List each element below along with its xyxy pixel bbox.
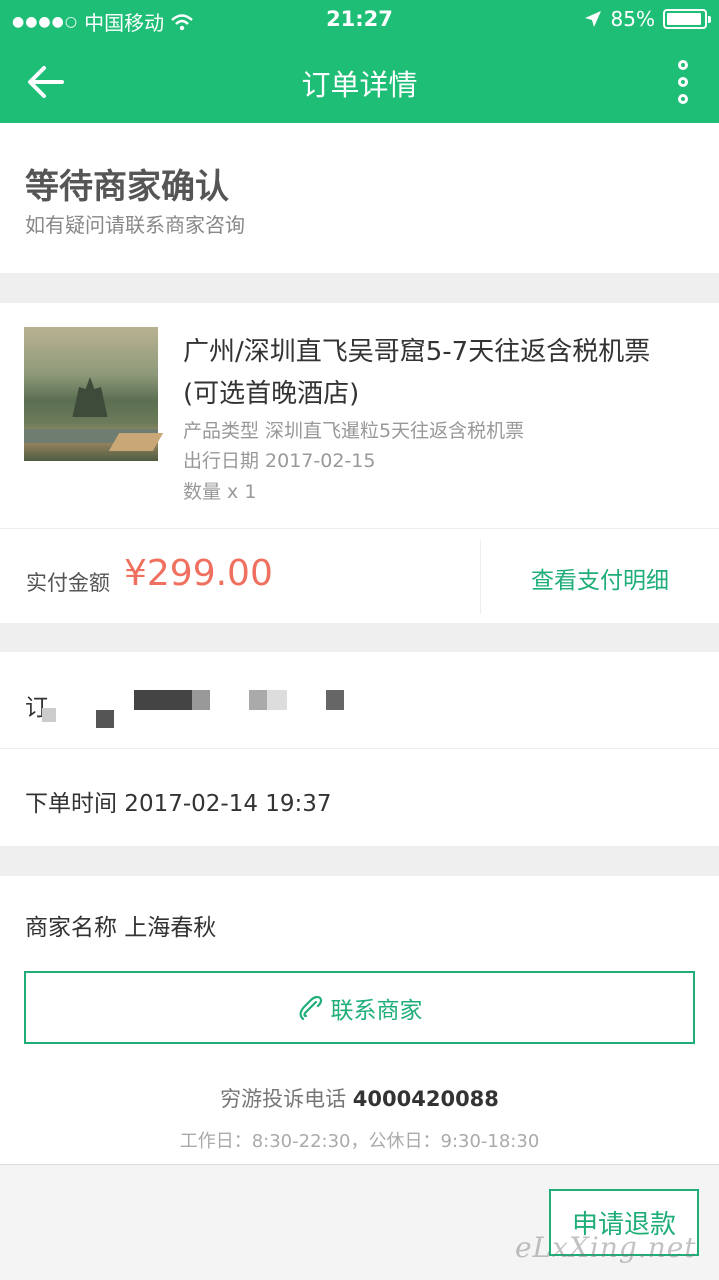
temple-silhouette — [72, 377, 108, 417]
more-dot — [678, 77, 688, 87]
order-info-section: 订 下单时间 2017-02-14 19:37 — [0, 652, 719, 846]
status-right: 85% — [583, 7, 711, 31]
travel-date: 出行日期 2017-02-15 — [183, 450, 376, 472]
location-arrow-icon — [584, 11, 601, 27]
bottom-action-bar: 申请退款 eLxXing.net — [0, 1164, 719, 1280]
product-type: 产品类型 深圳直飞暹粒5天往返含税机票 — [183, 420, 525, 442]
causeway — [108, 433, 164, 451]
page-title: 订单详情 — [301, 68, 418, 102]
hotline-number[interactable]: 4000420088 — [353, 1087, 499, 1111]
complaint-hotline: 穷游投诉电话 4000420088 — [0, 1083, 719, 1113]
redacted-block — [192, 690, 210, 710]
paid-amount: ¥299.00 — [124, 553, 273, 594]
battery-percent: 85% — [610, 7, 655, 31]
more-dot — [678, 94, 688, 104]
redacted-block — [267, 690, 287, 710]
redacted-block — [326, 690, 344, 710]
order-status-title: 等待商家确认 — [25, 167, 229, 207]
hotline-label: 穷游投诉电话 — [220, 1087, 347, 1111]
order-status-subtitle: 如有疑问请联系商家咨询 — [25, 213, 245, 237]
battery-level — [667, 13, 701, 25]
redacted-block — [42, 708, 56, 722]
payment-row: 实付金额 ¥299.00 查看支付明细 — [0, 528, 719, 623]
more-dot — [678, 60, 688, 70]
watermark: eLxXing.net — [515, 1231, 697, 1264]
top-bar: ●●●●○ 中国移动 21:27 85% 订单详情 — [0, 0, 719, 123]
order-time: 下单时间 2017-02-14 19:37 — [25, 791, 332, 817]
paid-amount-label: 实付金额 — [26, 571, 110, 595]
product-section: 广州/深圳直飞吴哥窟5-7天往返含税机票(可选首晚酒店) 产品类型 深圳直飞暹粒… — [0, 303, 719, 623]
merchant-name: 商家名称 上海春秋 — [25, 915, 217, 941]
redacted-block — [134, 690, 192, 710]
order-status-section: 等待商家确认 如有疑问请联系商家咨询 — [0, 123, 719, 273]
battery-icon — [663, 9, 711, 29]
service-hours: 工作日：8:30-22:30，公休日：9:30-18:30 — [179, 1131, 540, 1152]
view-payment-detail-link[interactable]: 查看支付明细 — [481, 561, 719, 595]
product-thumbnail[interactable] — [24, 327, 164, 461]
phone-icon — [298, 995, 322, 1020]
more-options-icon[interactable] — [673, 60, 693, 104]
merchant-section: 商家名称 上海春秋 联系商家 穷游投诉电话 4000420088 工作日：8:3… — [0, 876, 719, 1164]
status-bar: ●●●●○ 中国移动 21:27 85% — [0, 0, 719, 40]
redacted-block — [249, 690, 267, 710]
contact-merchant-label: 联系商家 — [330, 997, 423, 1024]
contact-merchant-button[interactable]: 联系商家 — [24, 971, 695, 1044]
redacted-block — [96, 710, 114, 728]
divider — [0, 748, 719, 749]
product-quantity: 数量 x 1 — [183, 481, 257, 503]
product-title[interactable]: 广州/深圳直飞吴哥窟5-7天往返含税机票(可选首晚酒店) — [183, 331, 683, 415]
order-detail-page: ●●●●○ 中国移动 21:27 85% 订单详情 等待商家确认 如有疑问请联系… — [0, 0, 719, 1280]
nav-bar: 订单详情 — [0, 40, 719, 123]
